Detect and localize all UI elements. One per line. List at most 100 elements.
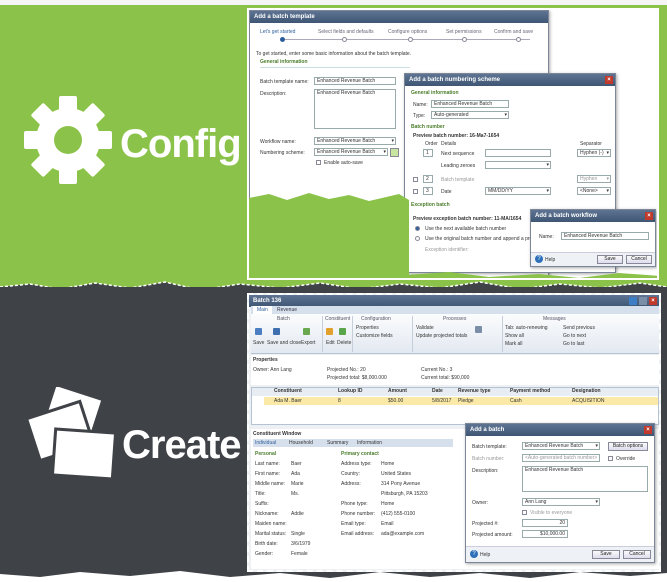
- template-name-input[interactable]: Enhanced Revenue Batch: [314, 77, 396, 85]
- maximize-icon[interactable]: [639, 297, 647, 305]
- grid-cell[interactable]: $50.00: [388, 398, 403, 404]
- order-field[interactable]: 2: [423, 175, 433, 183]
- grid-cell[interactable]: 8: [338, 398, 341, 404]
- detail-field-value: Marie: [291, 481, 304, 487]
- add-batch-title: Add a batch ×: [466, 424, 654, 436]
- order-field[interactable]: 1: [423, 149, 433, 157]
- template-wizard-title: Add a batch template: [250, 11, 548, 23]
- grid-cell[interactable]: Ada M. Baer: [274, 398, 302, 404]
- leading-zeroes-select[interactable]: [485, 161, 551, 169]
- detail-field-value: Home: [381, 501, 395, 507]
- tab-summary[interactable]: Summary: [327, 440, 348, 446]
- override-checkbox[interactable]: [608, 456, 613, 461]
- constituent-window-heading: Constituent Window: [253, 431, 302, 437]
- ribbon-button[interactable]: Send previous: [563, 325, 595, 331]
- edit-icon[interactable]: [326, 328, 333, 335]
- workflow-select[interactable]: Enhanced Revenue Batch: [314, 137, 396, 145]
- close-icon[interactable]: ×: [649, 297, 657, 305]
- grid-cell[interactable]: 5/8/2017: [432, 398, 451, 404]
- column-header[interactable]: Date: [432, 388, 443, 395]
- ribbon-button[interactable]: Export: [301, 340, 315, 346]
- close-icon[interactable]: ×: [644, 426, 652, 434]
- projected-amount-input[interactable]: $10,000.00: [522, 530, 568, 538]
- wizard-step-3[interactable]: Configure options: [388, 29, 427, 35]
- step-dot: [342, 37, 347, 42]
- group-label: Constituent: [325, 316, 351, 322]
- help-icon[interactable]: [629, 297, 637, 305]
- column-header[interactable]: Designation: [572, 388, 601, 395]
- ribbon-button[interactable]: Save and close: [267, 340, 301, 346]
- close-icon[interactable]: ×: [605, 76, 613, 84]
- wizard-step-4[interactable]: Set permissions: [446, 29, 482, 35]
- wizard-step-2[interactable]: Select fields and defaults: [318, 29, 374, 35]
- scheme-type-select[interactable]: Auto-generated: [431, 111, 509, 119]
- help-icon[interactable]: ?: [470, 550, 478, 558]
- export-icon[interactable]: [303, 328, 310, 335]
- ribbon-button[interactable]: Save: [253, 340, 264, 346]
- column-header[interactable]: Lookup ID: [338, 388, 362, 395]
- batch-options-button[interactable]: Batch options: [608, 442, 648, 451]
- auto-renew-icon[interactable]: [475, 326, 482, 333]
- delete-icon[interactable]: [339, 328, 346, 335]
- ribbon-button[interactable]: Delete: [337, 340, 351, 346]
- separator-select[interactable]: Hyphen: [577, 175, 611, 183]
- grid-cell[interactable]: Pledge: [458, 398, 474, 404]
- numbering-add-button[interactable]: [390, 148, 399, 157]
- help-link[interactable]: Help: [480, 552, 490, 558]
- detail-field-label: Suffix:: [255, 501, 269, 507]
- ribbon-button[interactable]: Edit: [326, 340, 335, 346]
- column-header[interactable]: Amount: [388, 388, 407, 395]
- tab-revenue[interactable]: Revenue: [273, 306, 301, 314]
- scheme-name-input[interactable]: Enhanced Revenue Batch: [431, 100, 509, 108]
- ribbon-button[interactable]: Customize fields: [356, 333, 393, 339]
- batch-number-input[interactable]: <Auto-generated batch number>: [522, 454, 600, 462]
- save-icon[interactable]: [255, 328, 262, 335]
- visible-checkbox[interactable]: [522, 510, 527, 515]
- description-input[interactable]: Enhanced Revenue Batch: [314, 89, 396, 129]
- column-header[interactable]: Constituent: [274, 388, 302, 395]
- tab-information[interactable]: Information: [357, 440, 382, 446]
- ribbon-button[interactable]: Update projected totals: [416, 333, 467, 339]
- ribbon-button[interactable]: Go to next: [563, 333, 586, 339]
- save-close-icon[interactable]: [273, 328, 280, 335]
- description-input[interactable]: Enhanced Revenue Batch: [522, 466, 648, 492]
- step-dot: [516, 37, 521, 42]
- autosave-checkbox[interactable]: [316, 160, 321, 165]
- create-label: Create: [122, 423, 242, 467]
- projected-number-input[interactable]: 20: [522, 519, 568, 527]
- grid-cell[interactable]: Cash: [510, 398, 522, 404]
- create-screenshot: Batch 136 × Main Revenue Batch Save Save…: [247, 293, 661, 572]
- ribbon-button[interactable]: Show all: [505, 333, 524, 339]
- detail-label: Batch template: [441, 177, 475, 183]
- ribbon-button[interactable]: Validate: [416, 325, 434, 331]
- tab-individual[interactable]: Individual: [255, 440, 276, 446]
- ribbon-button[interactable]: Go to last: [563, 341, 584, 347]
- tab-household[interactable]: Household: [289, 440, 313, 446]
- config-label: Config: [120, 122, 242, 166]
- column-header[interactable]: Revenue type: [458, 388, 491, 395]
- owner-select[interactable]: Ann Lang: [522, 498, 600, 506]
- scheme-type-label: Type:: [413, 113, 426, 119]
- ribbon-group-messages: Messages Tab: auto-renewing Show all Mar…: [503, 316, 621, 352]
- row-checkbox[interactable]: [413, 177, 418, 182]
- override-label: Override: [616, 456, 636, 462]
- cancel-button[interactable]: Cancel: [623, 550, 651, 559]
- workflow-label: Workflow name:: [260, 139, 296, 145]
- batch-template-select[interactable]: Enhanced Revenue Batch: [522, 442, 600, 450]
- personal-heading: Personal: [255, 451, 277, 457]
- ribbon-button[interactable]: Mark all: [505, 341, 523, 347]
- ribbon-button[interactable]: Properties: [356, 325, 379, 331]
- properties-heading: Properties: [253, 357, 278, 363]
- save-button[interactable]: Save: [592, 550, 620, 559]
- sequence-input[interactable]: [485, 149, 551, 157]
- ribbon-button[interactable]: Tab: auto-renewing: [505, 325, 548, 331]
- wizard-step-5[interactable]: Confirm and save: [494, 29, 533, 35]
- wizard-step-1[interactable]: Let's get started: [260, 29, 295, 35]
- separator-select[interactable]: Hyphen (-): [577, 149, 611, 157]
- detail-field-label: Gender:: [255, 551, 274, 557]
- step-dot: [280, 37, 285, 42]
- tab-main[interactable]: Main: [253, 306, 272, 314]
- grid-cell[interactable]: ACQUISITION: [572, 398, 605, 404]
- numbering-select[interactable]: Enhanced Revenue Batch: [314, 148, 388, 156]
- column-header[interactable]: Payment method: [510, 388, 550, 395]
